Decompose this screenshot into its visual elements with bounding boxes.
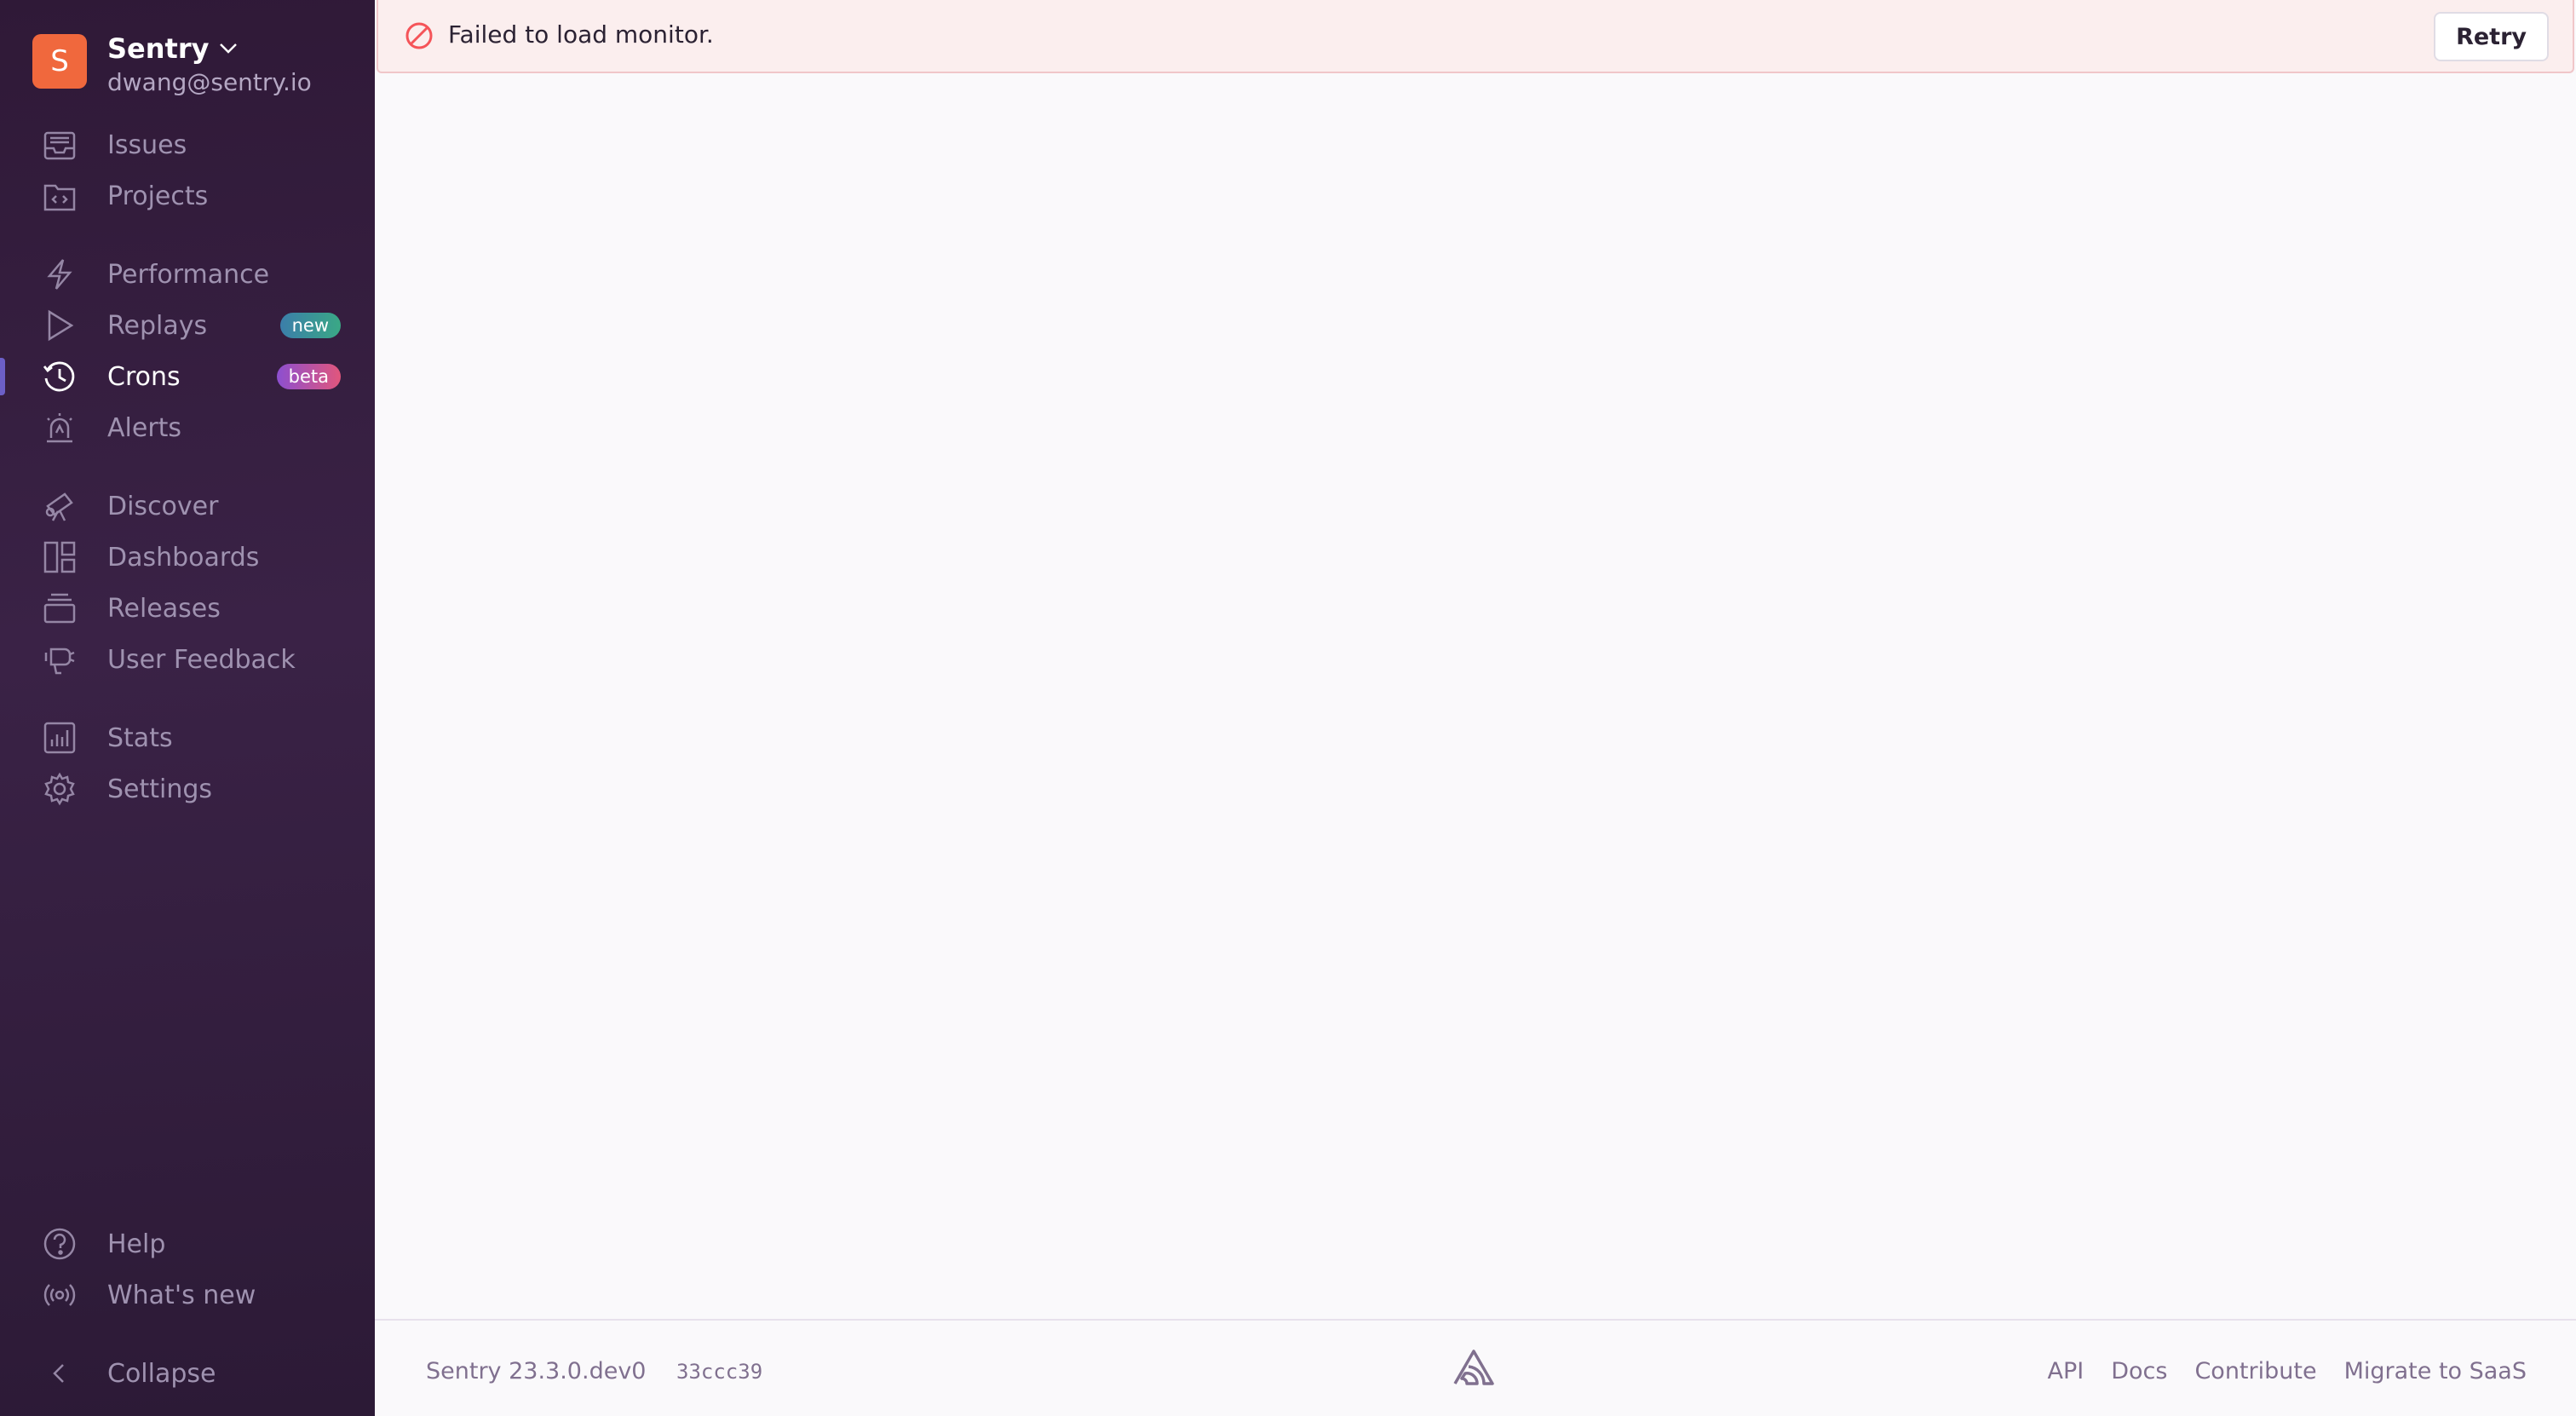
footer-link-contribute[interactable]: Contribute (2194, 1358, 2316, 1384)
footer-link-api[interactable]: API (2048, 1358, 2084, 1384)
gear-icon (41, 770, 78, 808)
sidebar-item-label: Discover (107, 491, 219, 521)
footer-version: Sentry 23.3.0.dev0 (426, 1358, 647, 1384)
sidebar-item-releases[interactable]: Releases (0, 584, 375, 632)
clock-icon (41, 358, 78, 395)
sidebar-item-label: Collapse (107, 1358, 216, 1389)
org-avatar: S (32, 34, 87, 89)
main-content: Failed to load monitor. Retry Sentry 23.… (375, 0, 2576, 1416)
siren-icon (41, 409, 78, 446)
chevron-down-icon (220, 43, 238, 54)
sidebar-item-label: Releases (107, 593, 221, 624)
sidebar-item-replays[interactable]: Replays new (0, 302, 375, 349)
lightning-icon (41, 256, 78, 293)
sidebar-item-label: Help (107, 1229, 166, 1259)
sidebar-item-label: Projects (107, 181, 209, 211)
sidebar-item-label: Issues (107, 130, 187, 160)
beta-badge: beta (276, 364, 341, 389)
footer-link-docs[interactable]: Docs (2111, 1358, 2167, 1384)
org-email: dwang@sentry.io (107, 68, 312, 96)
sidebar-item-crons[interactable]: Crons beta (0, 353, 375, 400)
footer: Sentry 23.3.0.dev0 33ccc39 API Docs Cont… (375, 1319, 2576, 1416)
telescope-icon (41, 487, 78, 525)
retry-button[interactable]: Retry (2434, 12, 2549, 61)
question-icon (41, 1225, 78, 1263)
sidebar-item-label: Crons (107, 361, 181, 392)
sidebar-item-dashboards[interactable]: Dashboards (0, 533, 375, 581)
error-icon (405, 22, 433, 49)
sidebar-item-stats[interactable]: Stats (0, 714, 375, 762)
broadcast-icon (41, 1276, 78, 1314)
sidebar-item-label: Dashboards (107, 542, 260, 573)
sidebar-item-label: Settings (107, 774, 213, 804)
sidebar-item-label: User Feedback (107, 644, 296, 675)
box-stack-icon (41, 590, 78, 627)
sidebar-item-user-feedback[interactable]: User Feedback (0, 636, 375, 683)
org-name-row: Sentry (107, 32, 312, 65)
inbox-icon (41, 126, 78, 164)
footer-link-migrate[interactable]: Migrate to SaaS (2344, 1358, 2527, 1384)
sidebar-item-label: What's new (107, 1280, 256, 1310)
megaphone-icon (41, 641, 78, 678)
org-name: Sentry (107, 32, 210, 65)
sidebar-item-discover[interactable]: Discover (0, 482, 375, 530)
sidebar-item-issues[interactable]: Issues (0, 121, 375, 169)
sidebar-item-alerts[interactable]: Alerts (0, 404, 375, 452)
sidebar-item-label: Replays (107, 310, 208, 341)
code-folder-icon (41, 177, 78, 215)
sentry-logo-icon (1453, 1350, 1494, 1385)
chevron-left-icon (41, 1355, 78, 1392)
org-switcher[interactable]: S Sentry dwang@sentry.io (32, 32, 312, 96)
alert-message: Failed to load monitor. (448, 20, 714, 49)
sidebar-item-label: Alerts (107, 412, 182, 443)
bar-chart-icon (41, 719, 78, 757)
sidebar-item-label: Stats (107, 722, 173, 753)
sidebar-item-settings[interactable]: Settings (0, 765, 375, 813)
footer-build-hash[interactable]: 33ccc39 (676, 1360, 762, 1384)
sidebar-item-performance[interactable]: Performance (0, 250, 375, 298)
sidebar-item-label: Performance (107, 259, 270, 290)
error-alert: Failed to load monitor. Retry (377, 0, 2574, 73)
sidebar-collapse[interactable]: Collapse (0, 1350, 375, 1397)
footer-links: API Docs Contribute Migrate to SaaS (2048, 1358, 2527, 1384)
org-info: Sentry dwang@sentry.io (107, 32, 312, 96)
sidebar-item-whats-new[interactable]: What's new (0, 1271, 375, 1319)
sidebar: S Sentry dwang@sentry.io Issues Projects… (0, 0, 375, 1416)
sidebar-item-help[interactable]: Help (0, 1220, 375, 1268)
sidebar-item-projects[interactable]: Projects (0, 172, 375, 220)
new-badge: new (279, 313, 341, 338)
play-icon (41, 307, 78, 344)
dashboard-icon (41, 538, 78, 576)
